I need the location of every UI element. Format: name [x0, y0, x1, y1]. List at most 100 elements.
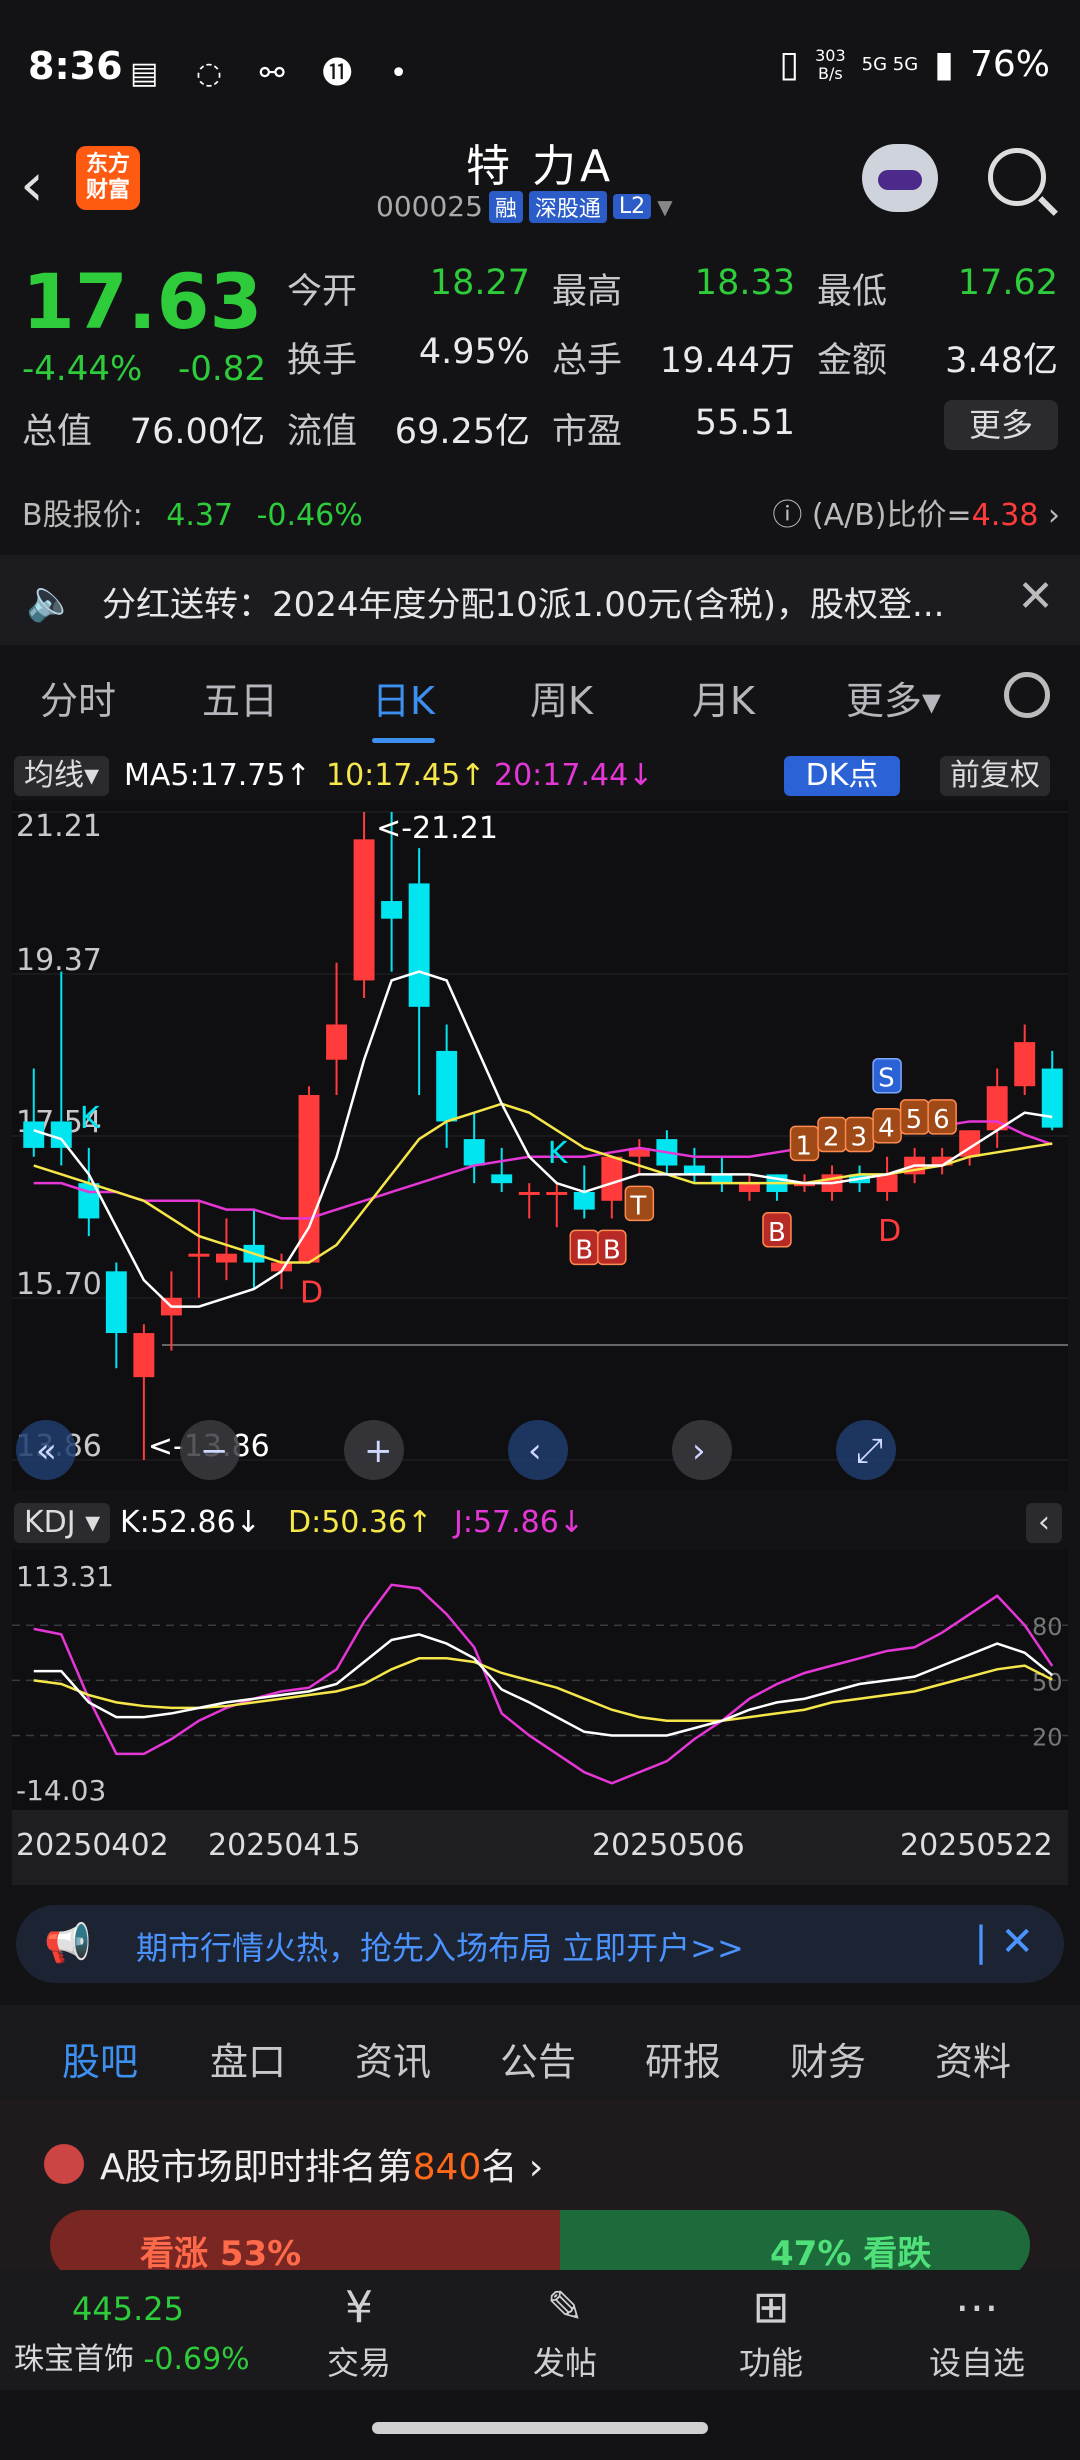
- candle-body: [738, 1183, 760, 1192]
- y-tick-label: 15.70: [16, 1267, 102, 1302]
- nav-button-glyph: −: [200, 1431, 229, 1471]
- close-icon[interactable]: | ✕: [974, 1919, 1034, 1965]
- tab-monthly-k[interactable]: 月K: [692, 670, 755, 725]
- signal-label: T: [629, 1191, 646, 1221]
- index-value: 445.25: [72, 2290, 184, 2328]
- signal-label: 4: [878, 1114, 895, 1144]
- caret-down-icon: ▼: [657, 194, 673, 219]
- tab-more[interactable]: 更多▾: [846, 670, 941, 725]
- net-speed: 303 B/s: [815, 45, 846, 83]
- chart-background: [12, 800, 1068, 1490]
- prev-button[interactable]: ‹: [508, 1420, 568, 1480]
- edit-icon: ✎: [546, 2282, 584, 2333]
- nav-label: 功能: [738, 2344, 803, 2382]
- robot-assistant-icon[interactable]: [862, 144, 938, 212]
- kdj-y-min: -14.03: [16, 1774, 106, 1807]
- tab-five-day[interactable]: 五日: [202, 670, 278, 725]
- kdj-ref-label: 20: [1032, 1723, 1063, 1751]
- close-icon[interactable]: ✕: [1017, 571, 1054, 622]
- indicator-selector[interactable]: 均线▾: [14, 756, 110, 796]
- kdj-ref-label: 80: [1032, 1613, 1063, 1641]
- nav-watchlist[interactable]: ⋯ 设自选: [912, 2282, 1042, 2384]
- kdj-legend: KDJ ▾ K:52.86↓ D:50.36↑ J:57.86↓ ‹: [0, 1497, 1080, 1549]
- tab-profile[interactable]: 资料: [935, 2031, 1011, 2086]
- rank-text: A股市场即时排名第840名 ›: [100, 2147, 544, 2188]
- ab-ratio[interactable]: ⓘ (A/B)比价=4.38 ›: [772, 490, 1060, 534]
- kdj-chart[interactable]: 805020113.31-14.03: [12, 1550, 1068, 1810]
- b-label: B股报价:: [22, 498, 143, 533]
- l2-tag: L2: [612, 194, 652, 219]
- ma5-value: MA5:17.75↑: [124, 758, 311, 793]
- tab-news[interactable]: 资讯: [355, 2031, 431, 2086]
- rank-icon: [44, 2144, 84, 2184]
- ma10-value: 10:17.45↑: [326, 758, 486, 793]
- candle-body: [23, 1121, 45, 1148]
- dividend-banner[interactable]: 🔈 分红送转：2024年度分配10派1.00元(含税)，股权登... ✕: [0, 555, 1080, 645]
- signal-label: 3: [851, 1123, 868, 1153]
- search-icon[interactable]: [988, 148, 1046, 206]
- candle-body: [133, 1333, 155, 1378]
- tab-finance[interactable]: 财务: [790, 2031, 866, 2086]
- candle-body: [683, 1165, 705, 1175]
- megaphone-icon: 📢: [44, 1921, 92, 1965]
- gear-icon[interactable]: [1004, 672, 1050, 718]
- dk-point-button[interactable]: DK点: [784, 756, 900, 796]
- candle-body: [573, 1191, 595, 1210]
- sector-index[interactable]: 445.25 珠宝首饰 -0.69%: [14, 2290, 250, 2378]
- signal-label: K: [548, 1136, 569, 1171]
- tab-intraday[interactable]: 分时: [40, 670, 116, 725]
- rank-prefix: A股市场即时排名第: [100, 2147, 413, 2188]
- tab-orderbook[interactable]: 盘口: [210, 2031, 286, 2086]
- y-tick-label: 19.37: [16, 943, 102, 978]
- signal-label: 6: [933, 1105, 950, 1135]
- nav-label: 发帖: [532, 2344, 597, 2382]
- field-label: 总手: [552, 341, 623, 381]
- rank-panel[interactable]: A股市场即时排名第840名 › 看涨 53% 47% 看跌: [0, 2100, 1080, 2280]
- rank-suffix: 名: [481, 2147, 518, 2188]
- zoom-in-button[interactable]: +: [344, 1420, 404, 1480]
- nav-post[interactable]: ✎ 发帖: [500, 2282, 630, 2384]
- signal-label: B: [603, 1235, 621, 1265]
- tab-weekly-k[interactable]: 周K: [530, 670, 593, 725]
- zoom-out-button[interactable]: −: [180, 1420, 240, 1480]
- stock-header: ‹ 东方财富 特 力A 000025 融 深股通 L2 ▼: [0, 110, 1080, 240]
- ratio-label: (A/B)比价=: [811, 498, 972, 533]
- nav-functions[interactable]: ⊞ 功能: [706, 2282, 836, 2384]
- date-label: 20250506: [592, 1828, 745, 1863]
- net-speed-value: 303: [815, 45, 846, 65]
- tab-daily-k[interactable]: 日K: [372, 670, 435, 743]
- rewind-button[interactable]: «: [16, 1420, 76, 1480]
- bullish-text: 看涨 53%: [140, 2234, 302, 2274]
- nav-label: 设自选: [928, 2344, 1025, 2382]
- fullscreen-button[interactable]: ⤢: [836, 1420, 896, 1480]
- connect-tag: 深股通: [528, 190, 607, 223]
- index-name-line: 珠宝首饰 -0.69%: [14, 2334, 250, 2378]
- nav-trade[interactable]: ¥ 交易: [294, 2282, 424, 2384]
- promo-banner[interactable]: 📢 期市行情火热，抢先入场布局 立即开户>> | ✕: [16, 1905, 1064, 1983]
- next-button[interactable]: ›: [672, 1420, 732, 1480]
- more-button[interactable]: 更多: [944, 400, 1058, 450]
- stock-subline[interactable]: 000025 融 深股通 L2 ▼: [376, 190, 673, 223]
- candle-body: [1014, 1042, 1036, 1087]
- tab-announcements[interactable]: 公告: [500, 2031, 576, 2086]
- bearish-text: 47% 看跌: [770, 2234, 932, 2274]
- tab-research[interactable]: 研报: [645, 2031, 721, 2086]
- signal-label: 5: [906, 1105, 923, 1135]
- date-label: 20250402: [16, 1828, 169, 1863]
- last-price: 17.63: [22, 257, 263, 346]
- candle-body: [50, 1121, 72, 1148]
- adjust-button[interactable]: 前复权: [940, 756, 1050, 796]
- candlestick-chart[interactable]: 21.2119.3717.5415.7013.86<-21.21<-13.86K…: [12, 800, 1068, 1490]
- kdj-selector[interactable]: KDJ ▾: [14, 1503, 111, 1543]
- ma20-value: 20:17.44↓: [494, 758, 654, 793]
- tab-forum[interactable]: 股吧: [62, 2031, 139, 2106]
- field-label: 换手: [287, 341, 358, 381]
- field-label: 总值: [22, 412, 93, 452]
- b-change: -0.46%: [256, 498, 363, 533]
- home-indicator[interactable]: [372, 2422, 708, 2434]
- grid-icon: ⊞: [752, 2282, 790, 2333]
- b-price: 4.37: [166, 498, 234, 533]
- stock-code: 000025: [376, 190, 483, 223]
- collapse-chevron-icon[interactable]: ‹: [1026, 1503, 1062, 1543]
- candle-body: [546, 1191, 568, 1195]
